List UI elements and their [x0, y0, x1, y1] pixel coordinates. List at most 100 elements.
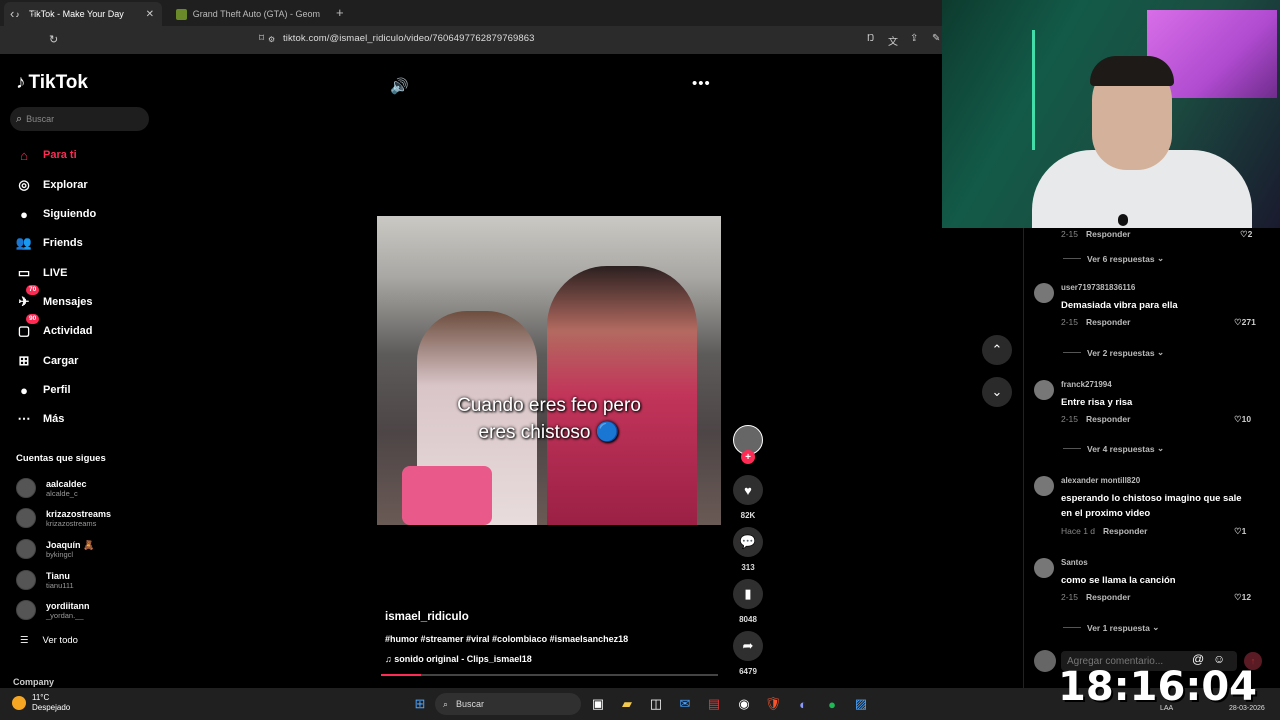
video-player[interactable]: Cuando eres feo pero eres chistoso 🔵 [377, 216, 721, 525]
search-icon: ⌕ [443, 698, 449, 709]
sidebar-item-label: Más [43, 413, 65, 425]
following-account[interactable]: yordiitann _yordan.__ [16, 598, 90, 622]
file-explorer-icon[interactable]: ▰ [617, 694, 637, 714]
sidebar-item-mensajes[interactable]: ✈ 70 Mensajes [16, 285, 93, 311]
save-button[interactable]: ▮ [733, 579, 763, 609]
follow-plus-icon[interactable]: + [741, 450, 755, 464]
brave-browser-icon[interactable]: 🛡 [763, 694, 783, 714]
avatar[interactable] [1034, 558, 1054, 578]
view-replies-link[interactable]: Ver 2 respuestas ⌄ [1063, 347, 1164, 358]
photos-icon[interactable]: ▨ [851, 694, 871, 714]
like-button[interactable]: ♥ [733, 475, 763, 505]
outlook-icon[interactable]: ✉ [675, 694, 695, 714]
volume-icon[interactable]: 🔊 [390, 77, 409, 95]
sidebar-item-live[interactable]: ▭ LIVE [16, 264, 68, 282]
close-tab-icon[interactable]: ✕ [146, 9, 154, 20]
view-replies-link[interactable]: Ver 1 respuesta ⌄ [1063, 622, 1159, 633]
sidebar-item-m-s[interactable]: ⋯ Más [16, 410, 65, 428]
search-input[interactable]: ⌕ Buscar [10, 107, 149, 131]
previous-video-button[interactable]: ⌃ [982, 335, 1012, 365]
see-all-link[interactable]: ☰ Ver todo [20, 635, 78, 646]
weather-widget[interactable]: 11°C Despejado [12, 693, 70, 713]
task-view-icon[interactable]: ▣ [588, 694, 608, 714]
account-handle: _yordan.__ [46, 610, 84, 620]
comment-username[interactable]: franck271994 [1061, 380, 1112, 389]
comment-meta: 2-15 Responder [1061, 229, 1131, 239]
sidebar-item-label: Friends [43, 237, 83, 249]
comment-username[interactable]: Santos [1061, 558, 1088, 567]
weather-sun-icon [12, 696, 26, 710]
site-info-icon[interactable]: ⚙ [268, 35, 275, 44]
following-account[interactable]: Joaquín 🧸 bykingcl [16, 537, 94, 561]
edit-icon[interactable]: ✎ [932, 33, 940, 44]
next-video-button[interactable]: ⌄ [982, 377, 1012, 407]
store-icon[interactable]: ◫ [646, 694, 666, 714]
windows-start-icon[interactable]: ⊞ [410, 694, 430, 714]
reply-link[interactable]: Responder [1103, 526, 1147, 536]
sidebar-item-actividad[interactable]: ▢ 90 Actividad [16, 314, 93, 340]
forward-icon[interactable]: › [30, 6, 34, 21]
reply-link[interactable]: Responder [1086, 592, 1130, 602]
reply-link[interactable]: Responder [1086, 414, 1130, 424]
view-replies-link[interactable]: Ver 6 respuestas ⌄ [1063, 253, 1164, 264]
sidebar-item-perfil[interactable]: ● Perfil [16, 381, 70, 399]
account-handle: alcalde_c [46, 488, 78, 498]
messages-icon: ✈ [18, 294, 30, 309]
reply-link[interactable]: Responder [1086, 317, 1130, 327]
spotify-icon[interactable]: ● [822, 694, 842, 714]
comment-like[interactable]: ♡12 [1234, 592, 1251, 603]
following-account[interactable]: aalcaldec alcalde_c [16, 476, 87, 500]
following-avatar-icon: ● [20, 206, 28, 222]
steam-icon[interactable]: ◉ [734, 694, 754, 714]
app-news-icon[interactable]: ▤ [704, 694, 724, 714]
bookmark-icon[interactable]: ⌑ [259, 33, 264, 44]
sidebar-item-explorar[interactable]: ◎ Explorar [16, 176, 87, 194]
sidebar-item-para-ti[interactable]: ⌂ Para ti [16, 146, 77, 164]
comment-meta: Hace 1 d Responder [1061, 526, 1148, 536]
sidebar-item-cargar[interactable]: ⊞ Cargar [16, 352, 79, 370]
comment-like[interactable]: ♡10 [1234, 414, 1251, 425]
video-hashtags[interactable]: #humor #streamer #viral #colombiaco #ism… [385, 634, 628, 644]
reload-icon[interactable]: ↻ [49, 33, 58, 46]
save-count: 8048 [739, 615, 757, 624]
video-sound[interactable]: ♫ sonido original - Clips_ismael18 [385, 654, 532, 664]
comment-username[interactable]: user7197381836116 [1061, 283, 1135, 292]
comments-panel [1023, 228, 1280, 688]
share-icon[interactable]: ⇪ [910, 33, 918, 44]
sidebar-item-friends[interactable]: 👥 Friends [16, 234, 83, 252]
video-progress-fill [381, 674, 422, 676]
tiktok-logo[interactable]: ♪ TikTok [16, 72, 88, 94]
account-name: aalcaldec [46, 478, 87, 489]
home-icon: ⌂ [20, 147, 28, 163]
company-link[interactable]: Company [13, 677, 54, 687]
taskbar-search[interactable]: ⌕ Buscar [435, 693, 581, 715]
tab-tiktok[interactable]: ♪ TikTok - Make Your Day ✕ [4, 2, 162, 26]
following-account[interactable]: Tianu tianu111 [16, 568, 74, 592]
video-progress-bar[interactable] [381, 674, 718, 676]
video-author[interactable]: ismael_ridiculo [385, 611, 469, 623]
back-icon[interactable]: ‹ [10, 6, 14, 21]
comment-like[interactable]: ♡1 [1234, 526, 1246, 537]
new-tab-button[interactable]: + [336, 5, 344, 20]
address-bar[interactable]: tiktok.com/@ismael_ridiculo/video/760649… [283, 33, 535, 44]
discord-icon[interactable]: ◐ [793, 694, 813, 714]
view-replies-link[interactable]: Ver 4 respuestas ⌄ [1063, 443, 1164, 454]
account-handle: krizazostreams [46, 518, 97, 528]
comment-like[interactable]: ♡271 [1234, 317, 1256, 328]
comment-like[interactable]: ♡2 [1240, 229, 1252, 240]
share-button[interactable]: ➦ [733, 631, 763, 661]
more-options-icon[interactable]: ••• [692, 75, 711, 92]
reader-icon[interactable]: Ŋ [867, 33, 874, 44]
avatar[interactable] [1034, 380, 1054, 400]
sidebar-item-label: Siguiendo [43, 208, 97, 220]
compass-icon: ◎ [18, 177, 30, 192]
avatar[interactable] [1034, 283, 1054, 303]
following-account[interactable]: krizazostreams krizazostreams [16, 506, 111, 530]
tab-gta[interactable]: Grand Theft Auto (GTA) - Geometry I [168, 2, 328, 26]
comment-username[interactable]: alexander montill820 [1061, 476, 1140, 485]
sidebar-item-siguiendo[interactable]: ● Siguiendo [16, 205, 96, 223]
translate-icon[interactable]: 文 [888, 33, 898, 48]
reply-link[interactable]: Responder [1086, 229, 1130, 239]
avatar[interactable] [1034, 476, 1054, 496]
comment-button[interactable]: 💬 [733, 527, 763, 557]
